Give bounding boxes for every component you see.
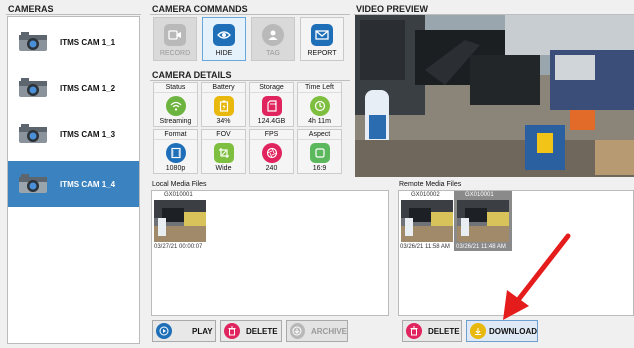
report-button[interactable]: REPORT	[300, 17, 344, 61]
file-name: GX010002	[411, 192, 440, 198]
camera-item-2[interactable]: ITMS CAM 1_2	[8, 65, 139, 111]
fps-card: FPS 240	[249, 129, 294, 174]
play-icon	[156, 323, 172, 339]
hide-button[interactable]: HIDE	[202, 17, 246, 61]
status-card: Status Streaming	[153, 82, 198, 127]
trash-icon	[406, 323, 422, 339]
play-button[interactable]: PLAY	[152, 320, 216, 342]
play-label: PLAY	[192, 326, 213, 336]
battery-icon	[213, 96, 234, 116]
video-camera-icon	[164, 24, 186, 46]
aperture-icon	[261, 143, 282, 163]
remote-media-title: Remote Media Files	[399, 181, 462, 188]
file-name: GX010001	[465, 192, 494, 198]
local-delete-button[interactable]: DELETE	[220, 320, 282, 342]
camera-label: ITMS CAM 1_3	[60, 129, 116, 139]
remote-delete-button[interactable]: DELETE	[402, 320, 462, 342]
video-preview-title: VIDEO PREVIEW	[356, 4, 429, 14]
annotation-arrow	[503, 233, 571, 320]
record-button[interactable]: RECORD	[153, 17, 197, 61]
camera-icon	[18, 174, 48, 194]
divider	[6, 14, 141, 15]
tag-button[interactable]: TAG	[251, 17, 295, 61]
mail-icon	[311, 24, 333, 46]
camera-label: ITMS CAM 1_1	[60, 37, 116, 47]
local-media-title: Local Media Files	[152, 181, 207, 188]
format-card: Format 1080p	[153, 129, 198, 174]
film-icon	[165, 143, 186, 163]
file-name: GX010001	[164, 192, 193, 198]
camera-list: ITMS CAM 1_1 ITMS CAM 1_2 ITMS CAM 1_3 I…	[7, 16, 140, 344]
time-left-card: Time Left 4h 11m	[297, 82, 342, 127]
trash-icon	[224, 323, 240, 339]
camera-item-3[interactable]: ITMS CAM 1_3	[8, 111, 139, 157]
download-label: DOWNLOAD	[489, 326, 537, 336]
file-date: 03/27/21 00:00:07	[154, 244, 203, 250]
archive-label: ARCHIVE	[310, 326, 347, 336]
divider	[150, 14, 350, 15]
archive-icon	[290, 323, 305, 339]
camera-label: ITMS CAM 1_2	[60, 83, 116, 93]
video-preview[interactable]	[355, 15, 634, 177]
remote-thumbnail[interactable]	[401, 200, 453, 242]
delete-label: DELETE	[428, 326, 460, 336]
delete-label: DELETE	[246, 326, 278, 336]
storage-card: Storage 124.4GB	[249, 82, 294, 127]
person-tag-icon	[262, 24, 284, 46]
fov-card: FOV Wide	[201, 129, 246, 174]
camera-icon	[18, 124, 48, 144]
camera-commands-title: CAMERA COMMANDS	[152, 4, 248, 14]
divider	[150, 80, 350, 81]
sd-card-icon	[261, 96, 282, 116]
local-thumbnail[interactable]	[154, 200, 206, 242]
local-media-panel: GX010001 03/27/21 00:00:07	[151, 190, 389, 316]
camera-item-1[interactable]: ITMS CAM 1_1	[8, 19, 139, 65]
eye-icon	[213, 24, 235, 46]
wifi-icon	[165, 96, 186, 116]
camera-icon	[18, 78, 48, 98]
camera-label: ITMS CAM 1_4	[60, 179, 116, 189]
camera-icon	[18, 32, 48, 52]
crop-icon	[213, 143, 234, 163]
download-icon	[470, 323, 486, 339]
battery-card: Battery 34%	[201, 82, 246, 127]
aspect-icon	[309, 143, 330, 163]
camera-item-4[interactable]: ITMS CAM 1_4	[8, 161, 139, 207]
camera-details-title: CAMERA DETAILS	[152, 70, 232, 80]
aspect-card: Aspect 16:9	[297, 129, 342, 174]
cameras-title: CAMERAS	[8, 4, 54, 14]
archive-button[interactable]: ARCHIVE	[286, 320, 348, 342]
file-date: 03/26/21 11:58 AM	[400, 244, 450, 250]
clock-icon	[309, 96, 330, 116]
